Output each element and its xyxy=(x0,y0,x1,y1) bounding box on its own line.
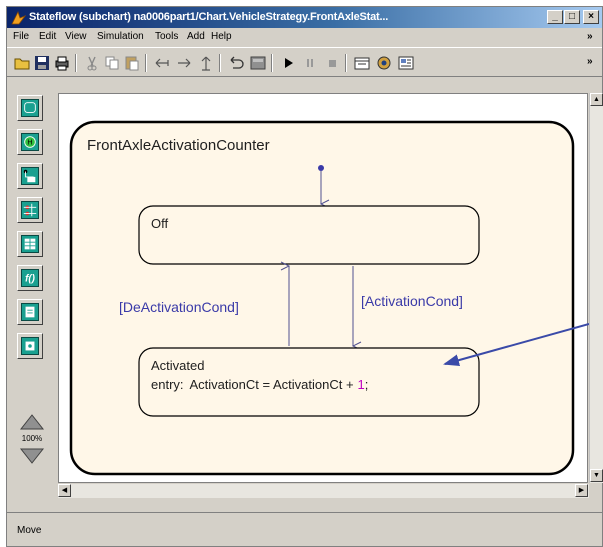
transition-deactivation-label: [DeActivationCond] xyxy=(119,299,239,315)
scroll-left-button[interactable]: ◀ xyxy=(58,484,71,497)
object-palette: H f() 100% xyxy=(11,95,51,479)
move-up-icon[interactable] xyxy=(197,54,215,72)
graphical-function-button[interactable]: f() xyxy=(17,265,43,291)
zoom-out-icon[interactable] xyxy=(19,447,45,465)
graphical-function-icon: f() xyxy=(21,269,39,287)
stop-icon[interactable] xyxy=(323,54,341,72)
toolbar-separator xyxy=(271,54,273,72)
toolbar-separator xyxy=(145,54,147,72)
superstate-box[interactable] xyxy=(69,120,575,476)
truth-table-icon xyxy=(21,235,39,253)
menu-file[interactable]: File xyxy=(13,31,29,42)
svg-text:H: H xyxy=(27,139,32,147)
embedded-function-icon xyxy=(21,303,39,321)
history-junction-icon: H xyxy=(21,133,39,151)
svg-text:f(): f() xyxy=(25,274,35,285)
default-transition-dot xyxy=(318,165,324,171)
title-bar[interactable]: Stateflow (subchart) na0006part1/Chart.V… xyxy=(7,7,602,28)
minimize-button[interactable]: _ xyxy=(547,10,563,24)
menu-add[interactable]: Add xyxy=(187,31,205,42)
state-off[interactable] xyxy=(138,205,480,265)
action-value: 1 xyxy=(358,377,365,392)
state-activated-name: Activated xyxy=(151,358,204,373)
window-title: Stateflow (subchart) na0006part1/Chart.V… xyxy=(29,11,389,23)
menu-simulation[interactable]: Simulation xyxy=(97,31,144,42)
chart-canvas[interactable]: FrontAxleActivationCounter Off [DeActiva… xyxy=(58,93,589,483)
toolbar-separator xyxy=(345,54,347,72)
box-tool-button[interactable] xyxy=(17,333,43,359)
superstate-name: FrontAxleActivationCounter xyxy=(87,137,270,154)
history-junction-button[interactable]: H xyxy=(17,129,43,155)
paste-icon[interactable] xyxy=(123,54,141,72)
zoom-level: 100% xyxy=(21,434,43,443)
box-tool-icon xyxy=(21,337,39,355)
menu-view[interactable]: View xyxy=(65,31,87,42)
explorer-icon[interactable] xyxy=(397,54,415,72)
maximize-button[interactable]: □ xyxy=(564,10,580,24)
open-folder-icon[interactable] xyxy=(13,54,31,72)
stateflow-app-icon xyxy=(11,10,26,25)
zoom-control: 100% xyxy=(19,413,45,467)
state-tool-button[interactable] xyxy=(17,95,43,121)
close-button[interactable]: × xyxy=(583,10,599,24)
status-bar: Move xyxy=(7,512,602,546)
scroll-right-button[interactable]: ▶ xyxy=(575,484,588,497)
cut-icon[interactable] xyxy=(83,54,101,72)
scroll-up-button[interactable]: ▲ xyxy=(590,93,603,106)
vertical-scrollbar[interactable]: ▲ ▼ xyxy=(589,93,603,483)
chart-diagram: FrontAxleActivationCounter Off [DeActiva… xyxy=(69,120,589,476)
default-transition-button[interactable] xyxy=(17,163,43,189)
pause-icon[interactable] xyxy=(301,54,319,72)
action-expression: ActivationCt = ActivationCt + xyxy=(190,377,354,392)
menu-help[interactable]: Help xyxy=(211,31,232,42)
move-right-icon[interactable] xyxy=(175,54,193,72)
model-explorer-icon[interactable] xyxy=(249,54,267,72)
horizontal-scrollbar[interactable]: ◀ ▶ xyxy=(58,484,589,498)
transition-activation-label: [ActivationCond] xyxy=(361,293,463,309)
action-terminator: ; xyxy=(365,377,369,392)
scroll-down-button[interactable]: ▼ xyxy=(590,469,603,482)
menu-bar: File Edit View Simulation Tools Add Help… xyxy=(7,28,602,47)
state-tool-icon xyxy=(21,99,39,117)
truth-table-button[interactable] xyxy=(17,231,43,257)
toolbar-separator xyxy=(75,54,77,72)
connective-junction-icon xyxy=(21,201,39,219)
toolbar-overflow[interactable]: » xyxy=(587,56,593,67)
default-transition-icon xyxy=(21,167,39,185)
status-text: Move xyxy=(17,525,42,536)
embedded-function-button[interactable] xyxy=(17,299,43,325)
menu-edit[interactable]: Edit xyxy=(39,31,56,42)
menu-overflow[interactable]: » xyxy=(587,31,593,42)
toolbar: » xyxy=(7,47,602,77)
target-icon[interactable] xyxy=(375,54,393,72)
menu-tools[interactable]: Tools xyxy=(155,31,178,42)
debug-icon[interactable] xyxy=(353,54,371,72)
connective-junction-button[interactable] xyxy=(17,197,43,223)
toolbar-separator xyxy=(219,54,221,72)
state-off-name: Off xyxy=(151,216,168,231)
copy-icon[interactable] xyxy=(103,54,121,72)
move-left-icon[interactable] xyxy=(153,54,171,72)
print-icon[interactable] xyxy=(53,54,71,72)
undo-icon[interactable] xyxy=(227,54,245,72)
stateflow-window: Stateflow (subchart) na0006part1/Chart.V… xyxy=(6,6,603,547)
zoom-in-icon[interactable] xyxy=(19,413,45,431)
action-prefix: entry: xyxy=(151,377,184,392)
play-icon[interactable] xyxy=(279,54,297,72)
save-icon[interactable] xyxy=(33,54,51,72)
